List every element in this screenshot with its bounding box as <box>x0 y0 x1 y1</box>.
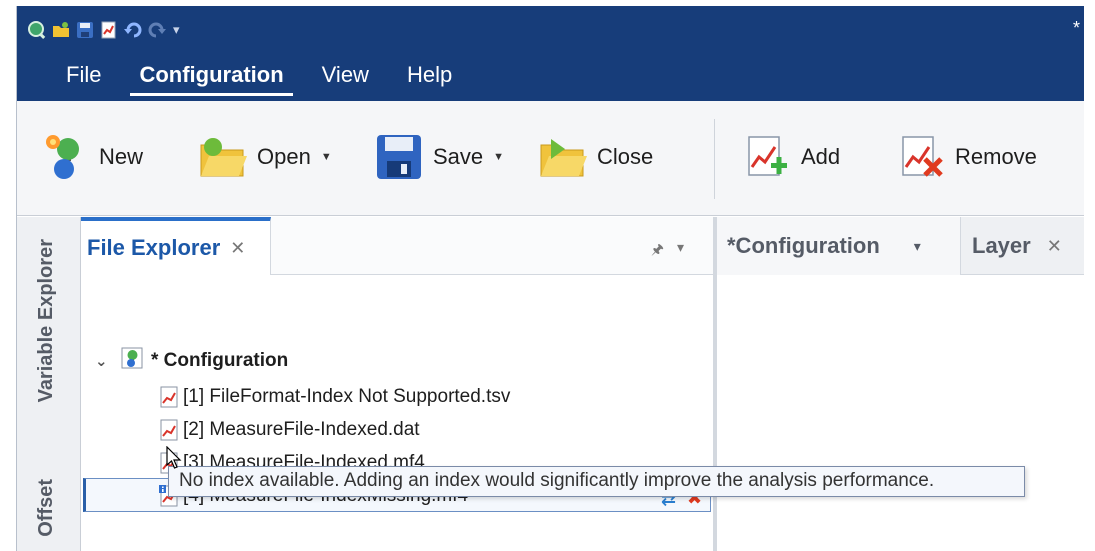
close-label: Close <box>597 144 654 169</box>
close-button[interactable]: Close <box>537 125 653 189</box>
modified-marker: * <box>1072 18 1080 38</box>
remove-label: Remove <box>955 144 1037 169</box>
ribbon-toolbar: New Open ▼ Save ▼ Close Add Remove <box>17 101 1084 216</box>
layer-tab-label: Layer <box>972 233 1031 258</box>
remove-measure-file-icon <box>895 131 947 183</box>
menu-file[interactable]: File <box>47 58 120 96</box>
tree-root-configuration[interactable]: ⌄ * Configuration <box>95 347 288 375</box>
tab-configuration[interactable]: *Configuration ▾ <box>717 217 961 275</box>
chevron-down-icon[interactable]: ⌄ <box>95 352 113 370</box>
configuration-pane: *Configuration ▾ Layer ✕ <box>717 217 1084 551</box>
file-explorer-title: File Explorer <box>87 235 221 260</box>
ribbon-separator <box>714 119 715 199</box>
new-label: New <box>99 144 144 169</box>
pane-menu-icon[interactable]: ▾ <box>677 239 684 256</box>
new-button[interactable]: New <box>39 125 143 189</box>
file-label: [2] MeasureFile-Indexed.dat <box>183 419 420 440</box>
redo-icon[interactable] <box>147 20 167 40</box>
tab-layer[interactable]: Layer ✕ <box>962 217 1062 275</box>
configuration-tab-label: *Configuration <box>727 233 880 258</box>
mouse-cursor-icon <box>166 445 182 475</box>
close-folder-icon <box>537 131 589 183</box>
menu-help[interactable]: Help <box>388 58 471 96</box>
pin-icon[interactable]: 🖈 <box>651 239 664 263</box>
quick-access-toolbar: ▾ <box>27 20 180 40</box>
add-measure-file-icon <box>741 131 793 183</box>
add-label: Add <box>801 144 841 169</box>
open-dropdown-icon[interactable]: ▼ <box>321 151 332 163</box>
save-dropdown-icon[interactable]: ▼ <box>493 151 504 163</box>
app-logo-icon[interactable] <box>27 20 47 40</box>
save-label: Save <box>433 144 484 169</box>
measure-file-icon <box>159 419 179 441</box>
new-config-icon <box>39 131 91 183</box>
open-folder-icon[interactable] <box>51 20 71 40</box>
configuration-node-icon <box>121 347 143 375</box>
close-icon[interactable]: ✕ <box>1047 236 1062 257</box>
remove-button[interactable]: Remove <box>895 125 1037 189</box>
save-disk-icon <box>373 131 425 183</box>
open-folder-large-icon <box>197 131 249 183</box>
close-icon[interactable]: ✕ <box>230 238 245 259</box>
open-label: Open <box>257 144 311 169</box>
save-button[interactable]: Save ▼ <box>373 125 504 189</box>
measure-file-icon <box>159 386 179 408</box>
save-icon[interactable] <box>75 20 95 40</box>
menu-view[interactable]: View <box>303 58 388 96</box>
customize-qat-icon[interactable]: ▾ <box>173 22 180 38</box>
tab-file-explorer[interactable]: File Explorer ✕ <box>81 217 271 275</box>
configuration-tab-strip: *Configuration ▾ Layer ✕ <box>717 217 1084 275</box>
measure-file-icon[interactable] <box>99 20 119 40</box>
list-item[interactable]: [2] MeasureFile-Indexed.dat <box>159 419 420 441</box>
side-tab-strip: Variable Explorer Offset <box>17 217 81 551</box>
list-item[interactable]: [1] FileFormat-Index Not Supported.tsv <box>159 386 510 408</box>
menu-bar: File Configuration View Help <box>47 58 471 96</box>
tab-variable-explorer[interactable]: Variable Explorer <box>35 239 58 402</box>
undo-icon[interactable] <box>123 20 143 40</box>
tab-menu-icon[interactable]: ▾ <box>914 238 921 255</box>
tab-offset[interactable]: Offset <box>35 479 58 537</box>
root-label: * Configuration <box>151 350 289 371</box>
title-bar: ▾ * File Configuration View Help <box>17 6 1084 101</box>
file-explorer-header: File Explorer ✕ 🖈 ▾ <box>81 217 713 275</box>
menu-configuration[interactable]: Configuration <box>120 58 302 96</box>
open-button[interactable]: Open ▼ <box>197 125 332 189</box>
file-explorer-pane: File Explorer ✕ 🖈 ▾ ⌄ * Configuration [1… <box>81 217 717 551</box>
file-label: [1] FileFormat-Index Not Supported.tsv <box>183 386 511 407</box>
add-button[interactable]: Add <box>741 125 840 189</box>
tooltip-text: No index available. Adding an index woul… <box>179 470 935 491</box>
tooltip: No index available. Adding an index woul… <box>168 466 1025 497</box>
